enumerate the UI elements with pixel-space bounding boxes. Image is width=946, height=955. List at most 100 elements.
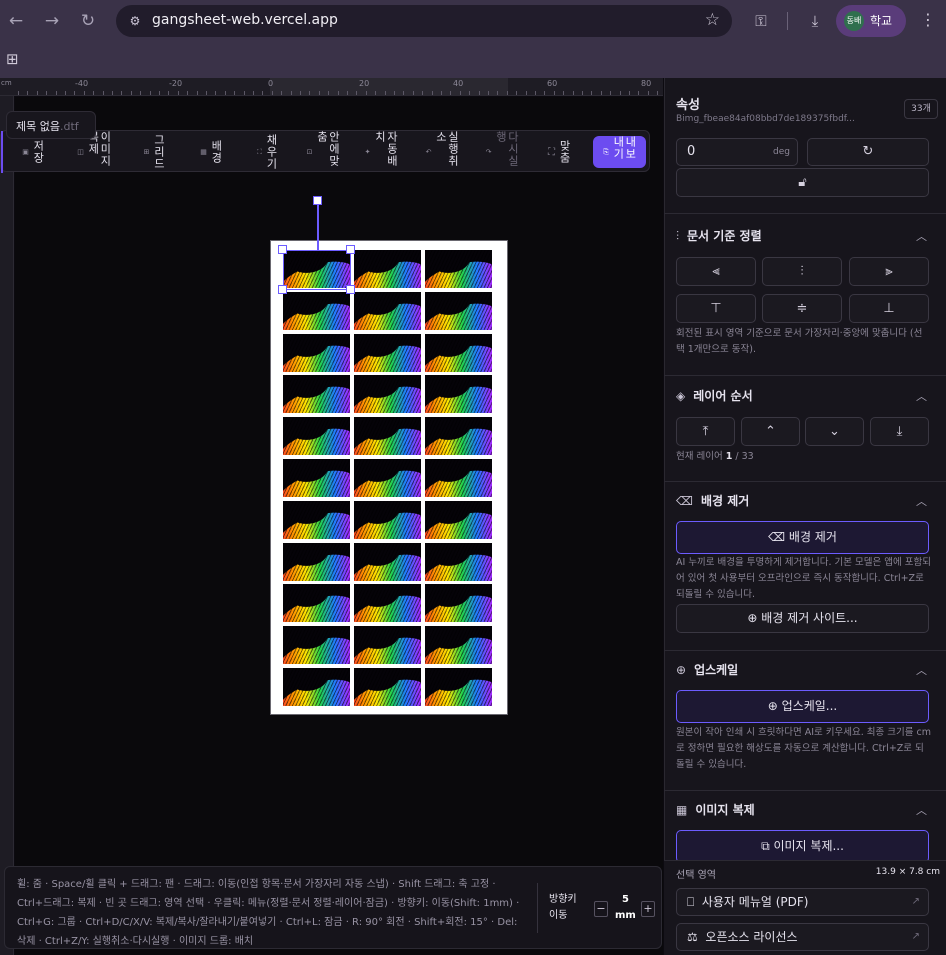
profile-button[interactable]: 동배 학교 bbox=[836, 5, 906, 37]
align-middle-icon: ≑ bbox=[796, 301, 808, 316]
send-backward-button[interactable]: ⌄ bbox=[805, 417, 864, 446]
auto-arrange-button[interactable]: ✦ 자동배치 bbox=[351, 131, 411, 173]
background-button[interactable]: ▦ 배경 bbox=[183, 131, 239, 173]
download-icon[interactable]: ⤓ bbox=[804, 10, 826, 32]
chevron-up-icon[interactable]: ︿ bbox=[916, 493, 927, 509]
current-layer-info: 현재 레이어 1 / 33 bbox=[676, 451, 754, 462]
sheet-image-item[interactable] bbox=[354, 417, 421, 456]
sheet-image-item[interactable] bbox=[354, 333, 421, 372]
grid-button[interactable]: ⊞ 그리드 bbox=[125, 131, 183, 173]
upscale-button[interactable]: ⊕ 업스케일... bbox=[676, 690, 929, 723]
chevron-up-icon[interactable]: ︿ bbox=[916, 662, 927, 678]
chevron-up-icon[interactable]: ︿ bbox=[916, 388, 927, 404]
sheet-image-item[interactable] bbox=[283, 375, 350, 414]
sheet-image-item[interactable] bbox=[354, 459, 421, 497]
sheet-image-item[interactable] bbox=[283, 542, 350, 581]
reload-icon[interactable]: ↻ bbox=[77, 10, 99, 32]
bring-forward-button[interactable]: ⌃ bbox=[741, 417, 800, 446]
sheet-image-item[interactable] bbox=[425, 375, 492, 414]
gang-sheet[interactable] bbox=[270, 240, 508, 715]
sheet-image-item[interactable] bbox=[425, 500, 492, 539]
fit-inside-button[interactable]: ⊡ 안에맞춤 bbox=[295, 131, 351, 173]
bring-to-front-button[interactable]: ⤒ bbox=[676, 417, 735, 446]
password-key-icon[interactable]: ⚿ bbox=[750, 10, 772, 32]
sheet-image-item[interactable] bbox=[283, 500, 350, 539]
sheet-image-item[interactable] bbox=[425, 250, 492, 288]
address-bar[interactable]: ⚙ gangsheet-web.vercel.app ☆ bbox=[116, 5, 732, 37]
ruler-tickmark bbox=[431, 91, 433, 95]
sheet-image-item[interactable] bbox=[425, 626, 492, 665]
align-bottom-button[interactable]: ⊥ bbox=[849, 294, 929, 323]
duplicate-button[interactable]: ⧉ 이미지 복제... bbox=[676, 830, 929, 863]
fill-icon: ⛶ bbox=[257, 147, 262, 156]
bookmark-star-icon[interactable]: ☆ bbox=[705, 10, 720, 30]
sheet-image-item[interactable] bbox=[425, 417, 492, 456]
bg-remove-site-button[interactable]: ⊕ 배경 제거 사이트... bbox=[676, 604, 929, 633]
sheet-image-item[interactable] bbox=[425, 459, 492, 497]
sheet-image-item[interactable] bbox=[283, 459, 350, 497]
sheet-image-item[interactable] bbox=[354, 375, 421, 414]
align-left-button[interactable]: ⫷ bbox=[676, 257, 756, 286]
sheet-image-item[interactable] bbox=[354, 668, 421, 706]
align-top-button[interactable]: ⊤ bbox=[676, 294, 756, 323]
sheet-image-item[interactable] bbox=[425, 584, 492, 623]
sheet-image-item[interactable] bbox=[425, 542, 492, 581]
resize-handle-nw[interactable] bbox=[278, 245, 287, 254]
align-left-icon: ⫷ bbox=[712, 264, 720, 279]
fit-view-button[interactable]: ⛶ 맞춤 bbox=[531, 131, 587, 173]
step-increase-button[interactable]: + bbox=[641, 901, 655, 917]
ruler-tickmark bbox=[112, 91, 113, 95]
kebab-menu-icon[interactable]: ⋮ bbox=[920, 10, 936, 29]
ruler-tickmark bbox=[572, 91, 574, 95]
forward-icon[interactable]: → bbox=[41, 10, 63, 32]
reset-rotation-button[interactable]: ↻ bbox=[807, 138, 929, 166]
align-center-h-button[interactable]: ⫶ bbox=[762, 257, 842, 286]
license-link[interactable]: ⚖ 오픈소스 라이선스 ↗ bbox=[676, 923, 929, 951]
back-icon[interactable]: ← bbox=[5, 10, 27, 32]
sheet-image-item[interactable] bbox=[283, 417, 350, 456]
site-info-icon[interactable]: ⚙ bbox=[126, 12, 144, 30]
sheet-image-item[interactable] bbox=[354, 542, 421, 581]
resize-handle-se[interactable] bbox=[346, 285, 355, 294]
url-text[interactable]: gangsheet-web.vercel.app bbox=[152, 12, 338, 28]
sheet-image-item[interactable] bbox=[354, 250, 421, 288]
background-icon: ▦ bbox=[200, 148, 207, 156]
sheet-image-item[interactable] bbox=[283, 291, 350, 330]
ruler-left bbox=[0, 96, 14, 955]
undo-button[interactable]: ↶ 실행취소 bbox=[411, 131, 473, 173]
align-middle-button[interactable]: ≑ bbox=[762, 294, 842, 323]
document-title[interactable]: 제목 없음.dtf bbox=[6, 111, 96, 139]
selection-box[interactable] bbox=[283, 250, 351, 290]
sheet-image-item[interactable] bbox=[425, 291, 492, 330]
sheet-image-item[interactable] bbox=[354, 291, 421, 330]
ruler-tickmark bbox=[27, 91, 29, 95]
resize-handle-ne[interactable] bbox=[346, 245, 355, 254]
fill-button[interactable]: ⛶ 채우기 bbox=[239, 131, 295, 173]
user-manual-link[interactable]: ⎕ 사용자 메뉴얼 (PDF) ↗ bbox=[676, 888, 929, 916]
lock-button[interactable]: 🔓︎ bbox=[676, 168, 929, 197]
rotation-input[interactable]: 0 deg bbox=[676, 138, 798, 166]
apps-grid-icon[interactable]: ⊞ bbox=[6, 50, 19, 68]
sheet-image-item[interactable] bbox=[283, 668, 350, 706]
bg-remove-button[interactable]: ⌫ 배경 제거 bbox=[676, 521, 929, 554]
chevron-up-icon[interactable]: ︿ bbox=[916, 228, 927, 244]
redo-button[interactable]: ↷ 다시실행 bbox=[473, 131, 531, 173]
align-right-button[interactable]: ⫸ bbox=[849, 257, 929, 286]
sheet-image-item[interactable] bbox=[283, 626, 350, 665]
resize-handle-sw[interactable] bbox=[278, 285, 287, 294]
sheet-image-item[interactable] bbox=[354, 626, 421, 665]
send-to-back-button[interactable]: ⤓ bbox=[870, 417, 929, 446]
sheet-image-item[interactable] bbox=[283, 333, 350, 372]
export-button[interactable]: ⎘ 내보내기 bbox=[593, 136, 646, 168]
chevron-up-icon[interactable]: ︿ bbox=[916, 802, 927, 818]
sheet-image-item[interactable] bbox=[425, 333, 492, 372]
ruler-tick: 80 bbox=[641, 79, 652, 88]
sheet-image-item[interactable] bbox=[283, 584, 350, 623]
rotation-handle[interactable] bbox=[313, 196, 322, 205]
sheet-image-item[interactable] bbox=[425, 668, 492, 706]
bg-remove-description: AI 누끼로 배경을 투명하게 제거합니다. 기본 모델은 앱에 포함되어 있어… bbox=[676, 557, 931, 600]
step-decrease-button[interactable]: − bbox=[594, 901, 608, 917]
section-divider bbox=[664, 481, 946, 482]
sheet-image-item[interactable] bbox=[354, 500, 421, 539]
sheet-image-item[interactable] bbox=[354, 584, 421, 623]
